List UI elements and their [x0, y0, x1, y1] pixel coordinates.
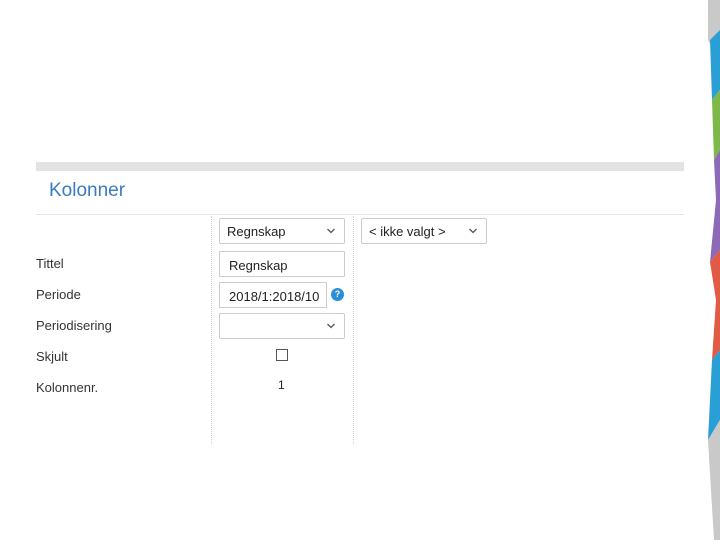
skjult-label: Skjult — [36, 349, 68, 364]
periode-label: Periode — [36, 287, 81, 302]
column1-select-value: Regnskap — [227, 224, 286, 239]
column2-select-value: < ikke valgt > — [369, 224, 446, 239]
header-bar — [36, 162, 684, 171]
tittel-label: Tittel — [36, 256, 64, 271]
periodisering-label: Periodisering — [36, 318, 112, 333]
help-icon[interactable]: ? — [331, 288, 344, 301]
tittel-input[interactable]: Regnskap — [219, 251, 345, 277]
section-title: Kolonner — [49, 180, 126, 201]
chevron-down-icon — [327, 323, 335, 329]
column-divider-left — [211, 216, 212, 444]
skjult-checkbox[interactable] — [276, 349, 288, 361]
kolonnenr-label: Kolonnenr. — [36, 380, 99, 395]
chevron-down-icon — [469, 228, 477, 234]
tittel-input-value: Regnskap — [229, 258, 288, 273]
title-divider — [36, 214, 684, 215]
periode-input-value: 2018/1:2018/10 — [229, 289, 320, 304]
periodisering-select[interactable] — [219, 313, 345, 339]
chevron-down-icon — [327, 228, 335, 234]
periode-input[interactable]: 2018/1:2018/10 — [219, 282, 327, 308]
column1-select[interactable]: Regnskap — [219, 218, 345, 244]
decorative-edge — [696, 0, 720, 540]
column2-select[interactable]: < ikke valgt > — [361, 218, 487, 244]
column-divider-right — [353, 216, 354, 444]
kolonnenr-value: 1 — [278, 378, 285, 392]
